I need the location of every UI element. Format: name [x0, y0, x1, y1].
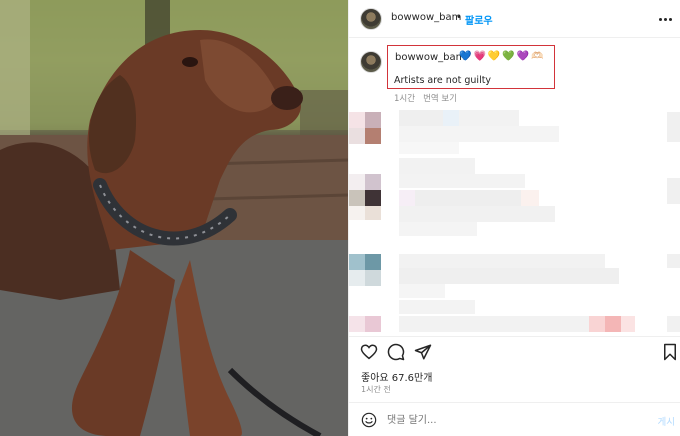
heart-icon[interactable] [360, 343, 378, 361]
comment-avatar[interactable] [360, 51, 382, 73]
post-image[interactable] [0, 0, 348, 436]
more-icon[interactable] [657, 12, 673, 26]
comment-icon[interactable] [387, 343, 405, 361]
pink-heart-icon: 💗 [473, 51, 486, 62]
heart-hands-icon: 🫶🏻 [531, 51, 544, 62]
post-side-panel: bowwow_bam • 팔로우 bowwow_bam 💙 💗 💛 💚 💜 🫶🏻… [348, 0, 680, 436]
post-header: bowwow_bam • 팔로우 [349, 0, 680, 38]
comment-time: 1시간 [394, 94, 416, 104]
likes-count[interactable]: 좋아요 67.6만개 [361, 369, 432, 384]
action-bar: 좋아요 67.6만개 1시간 전 [349, 336, 680, 402]
comment-emojis: 💙 💗 💛 💚 💜 🫶🏻 [459, 51, 544, 63]
comment-meta: 1시간 번역 보기 [394, 92, 457, 104]
bookmark-icon[interactable] [661, 343, 679, 361]
translate-link[interactable]: 번역 보기 [423, 94, 457, 104]
blue-heart-icon: 💙 [459, 51, 472, 62]
dog-photo-illustration [0, 0, 348, 436]
comment-input[interactable] [387, 411, 617, 429]
comment-username[interactable]: bowwow_bam [395, 52, 465, 63]
yellow-heart-icon: 💛 [487, 51, 501, 62]
green-heart-icon: 💚 [502, 51, 515, 62]
comment-text: Artists are not guilty [394, 75, 492, 86]
separator-dot: • [456, 12, 462, 23]
follow-button[interactable]: 팔로우 [465, 12, 493, 27]
share-icon[interactable] [414, 343, 432, 361]
post-time[interactable]: 1시간 전 [361, 384, 391, 395]
blurred-comments [349, 108, 680, 336]
avatar[interactable] [360, 8, 382, 30]
post-comment-button[interactable]: 게시 [658, 414, 675, 428]
purple-heart-icon: 💜 [516, 51, 530, 62]
comment-bar: 게시 [349, 402, 680, 436]
post-username[interactable]: bowwow_bam [391, 12, 461, 23]
smile-icon[interactable] [361, 412, 377, 428]
